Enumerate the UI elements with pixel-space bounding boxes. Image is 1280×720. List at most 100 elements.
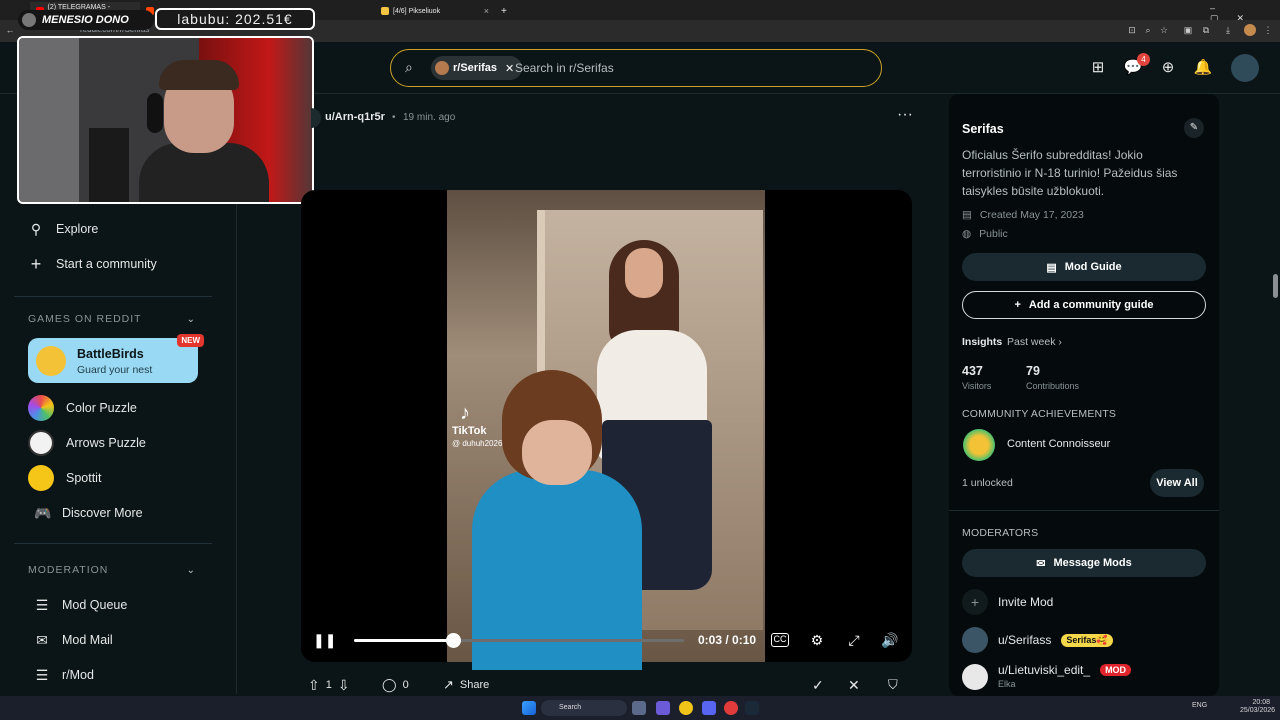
install-icon[interactable]: ⊡ — [1126, 24, 1138, 36]
avatar — [962, 664, 988, 690]
gamepad-icon: 🎮 — [34, 504, 52, 521]
sidebar-item-explore[interactable]: ⚲ Explore — [28, 214, 99, 244]
scrollbar-thumb[interactable] — [1273, 274, 1278, 298]
mod-guide-button[interactable]: ▤ Mod Guide — [962, 253, 1206, 281]
sidebar-item-label: Mod Queue — [62, 598, 128, 612]
view-all-button[interactable]: View All — [1150, 469, 1204, 497]
browser-tab-pikseliuok[interactable]: [4/6] Pikseliuok × — [375, 2, 495, 20]
chrome-icon[interactable] — [679, 701, 693, 715]
steam-icon[interactable] — [745, 701, 759, 715]
zoom-icon[interactable]: ⌕ — [1142, 24, 1154, 36]
back-icon[interactable]: ← — [4, 24, 16, 36]
browser-menu-icon[interactable]: ⋮ — [1262, 24, 1274, 36]
message-mods-button[interactable]: ✉ Message Mods — [962, 549, 1206, 577]
sidebar-game-color-puzzle[interactable]: Color Puzzle — [28, 393, 137, 423]
insights-range-link[interactable]: Past week › — [1007, 336, 1062, 348]
comments-button[interactable]: ◯ 0 — [382, 676, 409, 694]
video-progress-bar[interactable] — [354, 633, 684, 648]
tiktok-watermark: ♪ TikTok @ duhuh2026 — [452, 402, 502, 448]
pause-icon[interactable]: ❚❚ — [313, 630, 336, 650]
game-subtitle: Guard your nest — [77, 364, 153, 376]
sidebar-item-label: Explore — [56, 222, 99, 236]
upvote-icon[interactable]: ⇧ — [308, 677, 320, 694]
search-input[interactable] — [515, 58, 855, 78]
comment-icon: ◯ — [382, 677, 397, 692]
extension-icon[interactable]: ▣ — [1182, 24, 1194, 36]
sidebar-game-arrows-puzzle[interactable]: Arrows Puzzle — [28, 428, 146, 458]
more-options-icon[interactable]: ··· — [897, 106, 913, 124]
sidebar-discover-more[interactable]: 🎮 Discover More — [34, 498, 143, 528]
subreddit-search-chip[interactable]: r/Serifas ✕ — [431, 56, 523, 80]
captions-icon[interactable]: CC — [771, 633, 789, 647]
user-avatar[interactable] — [1231, 54, 1259, 82]
donor-text: MENESIO DONO — [42, 14, 129, 26]
close-tab-icon[interactable]: × — [484, 6, 489, 16]
new-tab-button[interactable]: + — [495, 2, 511, 20]
profile-icon[interactable] — [1244, 24, 1256, 36]
tab-favicon-icon — [381, 7, 389, 15]
plus-icon: + — [962, 589, 988, 615]
clear-chip-icon[interactable]: ✕ — [505, 62, 514, 75]
sidebar-item-label: Start a community — [56, 257, 157, 271]
community-name[interactable]: Serifas — [962, 122, 1004, 136]
taskbar-clock[interactable]: 20:08 25/03/2026 — [1240, 699, 1275, 715]
edit-pencil-icon[interactable]: ✎ — [1184, 118, 1204, 138]
invite-mod-row[interactable]: + Invite Mod — [962, 587, 1053, 617]
bookmark-star-icon[interactable]: ☆ — [1158, 24, 1170, 36]
taskbar-app-icon[interactable] — [632, 701, 646, 715]
community-description: Oficialus Šerifo subredditas! Jokio terr… — [962, 148, 1178, 198]
download-icon[interactable]: ⤓ — [1222, 24, 1234, 36]
watermark-handle: @ duhuh2026 — [452, 439, 503, 448]
insights-range: Past week — [1007, 336, 1056, 348]
moderator-name[interactable]: u/Lietuviski_edit_ — [998, 663, 1090, 677]
mod-shield-icon[interactable]: ⛉ — [888, 676, 898, 694]
achievement-name[interactable]: Content Connoisseur — [1007, 438, 1110, 450]
sidebar-item-r-mod[interactable]: ☰ r/Mod — [34, 660, 94, 690]
mail-icon: ✉ — [1036, 557, 1046, 570]
approve-icon[interactable]: ✓ — [812, 676, 824, 694]
search-bar[interactable]: ⌕ r/Serifas ✕ — [390, 49, 882, 87]
advertise-icon[interactable]: ⊞ — [1088, 58, 1108, 78]
donation-counter: labubu: 202.51€ — [155, 8, 315, 30]
featured-game-battlebirds[interactable]: BattleBirds Guard your nest NEW — [28, 334, 204, 383]
sidebar-item-start-community[interactable]: + Start a community — [28, 249, 157, 279]
chevron-down-icon: ⌄ — [186, 564, 196, 576]
discord-icon[interactable] — [702, 701, 716, 715]
progress-handle[interactable] — [446, 633, 461, 648]
puzzle-icon[interactable]: ⧉ — [1200, 24, 1212, 36]
moderation-section-header[interactable]: MODERATION ⌄ — [28, 564, 196, 576]
mod-queue-icon: ☰ — [35, 596, 49, 613]
author-avatar[interactable] — [311, 108, 321, 128]
sidebar-game-spottit[interactable]: Spottit — [28, 463, 101, 493]
settings-gear-icon[interactable]: ⚙ — [808, 630, 826, 650]
downvote-icon[interactable]: ⇩ — [338, 677, 350, 694]
achievement-badge-icon — [963, 429, 995, 461]
video-time: 0:03 / 0:10 — [698, 633, 757, 647]
taskbar-search[interactable]: Search — [541, 700, 627, 716]
taskbar-app-icon[interactable] — [656, 701, 670, 715]
globe-icon: ◍ — [962, 228, 972, 240]
remove-icon[interactable]: ✕ — [848, 676, 860, 694]
create-post-icon[interactable]: ⊕ — [1158, 58, 1178, 78]
games-section-header[interactable]: GAMES ON REDDIT ⌄ — [28, 313, 196, 325]
windows-start-icon[interactable] — [522, 701, 536, 715]
arrows-puzzle-icon — [28, 430, 54, 456]
volume-icon[interactable]: 🔊 — [880, 630, 900, 650]
moderator-name[interactable]: u/Serifass — [998, 633, 1051, 647]
chat-notification-badge: 4 — [1137, 53, 1150, 66]
taskbar-app-icon[interactable] — [724, 701, 738, 715]
sidebar-divider — [14, 296, 212, 297]
moderator-row[interactable]: u/Serifass Serifas🥰 — [962, 625, 1113, 655]
moderator-row[interactable]: u/Lietuviski_edit_ Elka MOD — [962, 662, 1132, 692]
post-author[interactable]: u/Arn-q1r5r — [325, 111, 385, 123]
notifications-bell-icon[interactable]: 🔔 — [1193, 58, 1213, 78]
battlebirds-logo — [36, 346, 66, 376]
share-button[interactable]: ↗ Share — [443, 676, 489, 694]
fullscreen-icon[interactable]: ⤢ — [845, 630, 863, 650]
page-scrollbar[interactable] — [1271, 94, 1280, 696]
sidebar-item-label: Spottit — [66, 471, 102, 485]
sidebar-item-mod-mail[interactable]: ✉ Mod Mail — [34, 625, 113, 655]
sidebar-item-mod-queue[interactable]: ☰ Mod Queue — [34, 590, 128, 620]
keyboard-language[interactable]: ENG — [1192, 702, 1207, 709]
add-community-guide-button[interactable]: + Add a community guide — [962, 291, 1206, 319]
